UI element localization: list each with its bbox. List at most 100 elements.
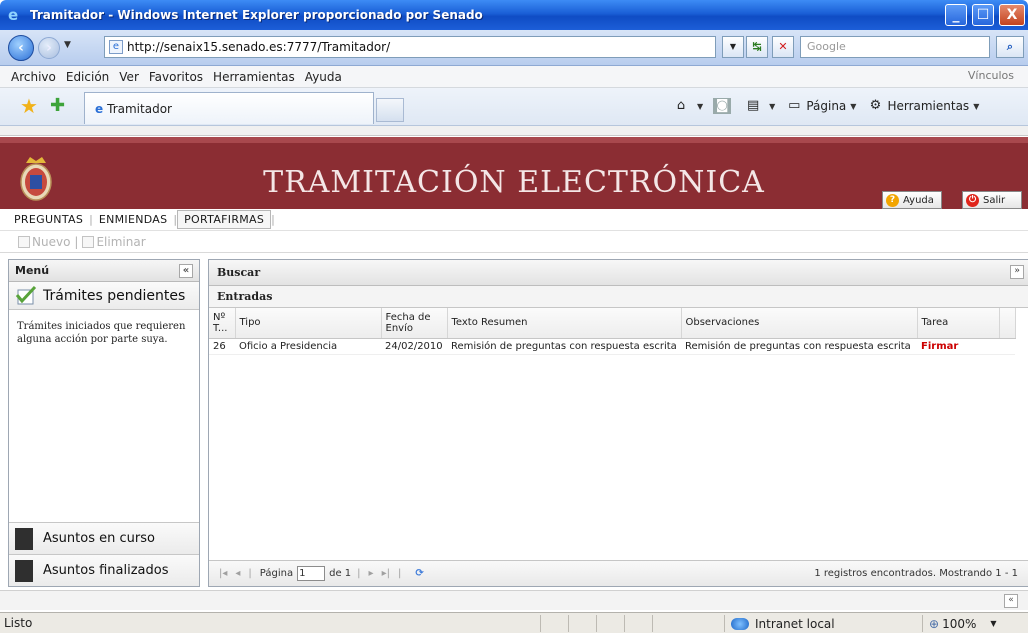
entries-grid: Nº T... Tipo Fecha de Envío Texto Resume… — [209, 308, 1028, 540]
home-button[interactable]: ⌂ ▼ — [672, 98, 703, 114]
tab-enmiendas[interactable]: ENMIENDAS — [93, 211, 174, 228]
last-page-icon[interactable]: ▸| — [382, 568, 390, 579]
expand-search-button[interactable]: » — [1010, 265, 1024, 279]
col-header-fecha[interactable]: Fecha de Envío — [381, 308, 448, 339]
search-panel-title: Buscar — [217, 266, 261, 279]
closed-door-icon — [15, 559, 33, 582]
prev-page-icon[interactable]: ◂ — [235, 568, 240, 579]
zoom-level: 100% — [942, 616, 977, 631]
exit-button[interactable]: ⏻ Salir — [962, 191, 1022, 209]
exit-label: Salir — [983, 194, 1006, 206]
new-button[interactable]: Nuevo — [32, 235, 70, 249]
help-button[interactable]: ? Ayuda — [882, 191, 942, 209]
col-header-filler — [999, 308, 1016, 339]
maximize-icon: ☐ — [976, 7, 990, 23]
back-button[interactable]: ‹ — [8, 35, 34, 61]
rss-icon: ◙ — [713, 98, 732, 114]
table-row[interactable]: 26 Oficio a Presidencia 24/02/2010 Remis… — [209, 338, 1015, 355]
page-menu-button[interactable]: ▭ Página ▼ — [785, 98, 856, 114]
sidebar-header: Menú « — [9, 260, 199, 282]
search-input[interactable]: Google — [800, 36, 990, 58]
pager-separator: | — [397, 568, 402, 579]
address-dropdown-button[interactable]: ▼ — [722, 36, 744, 58]
first-page-icon[interactable]: |◂ — [219, 568, 227, 579]
tools-menu-label: Herramientas — [887, 99, 970, 113]
page-input[interactable]: 1 — [297, 566, 326, 581]
bottom-panel-strip: « — [0, 590, 1028, 610]
menu-archivo[interactable]: Archivo — [6, 70, 61, 84]
tab-portafirmas[interactable]: PORTAFIRMAS — [177, 210, 272, 229]
col-header-num[interactable]: Nº T... — [209, 308, 236, 339]
sidebar-menu: Menú « Trámites pendientes Trámites inic… — [8, 259, 200, 587]
page-menu-label: Página — [806, 99, 847, 113]
collapse-sidebar-button[interactable]: « — [179, 263, 193, 278]
sidebar-title: Menú — [15, 264, 50, 277]
sidebar-item-label: Asuntos en curso — [43, 531, 155, 546]
menu-favoritos[interactable]: Favoritos — [144, 70, 208, 84]
forward-button[interactable]: › — [38, 37, 60, 59]
menu-edicion[interactable]: Edición — [61, 70, 114, 84]
col-header-resumen[interactable]: Texto Resumen — [447, 308, 682, 339]
col-header-tarea[interactable]: Tarea — [917, 308, 1000, 339]
zoom-control[interactable]: ⊕ 100% ▼ — [922, 615, 1022, 632]
favorites-star-icon[interactable]: ★ — [20, 96, 38, 116]
cell-tipo: Oficio a Presidencia — [235, 338, 381, 355]
sidebar-item-label: Asuntos finalizados — [43, 563, 169, 578]
print-button[interactable]: ▤ ▼ — [744, 98, 775, 114]
cell-resumen: Remisión de preguntas con respuesta escr… — [447, 338, 681, 355]
page-icon: e — [109, 40, 123, 54]
refresh-button[interactable]: ↹ — [746, 36, 768, 58]
security-zone[interactable]: Intranet local — [724, 615, 914, 632]
magnifier-icon: ⊕ — [929, 616, 940, 631]
links-toolbar[interactable]: Vínculos — [968, 69, 1014, 82]
gear-icon: ⚙ — [869, 98, 882, 113]
minimize-icon: _ — [952, 7, 960, 23]
history-dropdown-icon[interactable]: ▼ — [64, 40, 71, 50]
menu-ver[interactable]: Ver — [114, 70, 144, 84]
maximize-button[interactable]: ☐ — [972, 4, 994, 26]
close-button[interactable]: X — [999, 4, 1025, 26]
search-panel-header[interactable]: Buscar » — [209, 260, 1028, 286]
tab-bar: ★ ✚ e Tramitador ⌂ ▼ ◙ ▤ ▼ ▭ Página ▼ ⚙ Herra… — [0, 88, 1028, 126]
intranet-globe-icon — [731, 617, 749, 630]
menu-herramientas[interactable]: Herramientas — [208, 70, 300, 84]
address-field[interactable]: e http://senaix15.senado.es:7777/Tramita… — [104, 36, 716, 58]
pager-separator: | — [248, 568, 252, 579]
sign-task-link[interactable]: Firmar — [917, 338, 999, 355]
col-header-observaciones[interactable]: Observaciones — [681, 308, 918, 339]
next-page-icon[interactable]: ▸ — [369, 568, 374, 579]
stop-button[interactable]: ✕ — [772, 36, 794, 58]
address-toolbar: ‹ › ▼ e http://senaix15.senado.es:7777/T… — [0, 30, 1028, 66]
search-button[interactable]: ⌕ — [996, 36, 1024, 58]
cell-num: 26 — [209, 338, 235, 355]
cell-fecha: 24/02/2010 — [381, 338, 447, 355]
main-panel: Buscar » Entradas Nº T... Tipo Fecha de … — [208, 259, 1028, 587]
sidebar-item-pending[interactable]: Trámites pendientes — [9, 282, 199, 310]
menu-ayuda[interactable]: Ayuda — [300, 70, 347, 84]
menu-bar: Archivo Edición Ver Favoritos Herramient… — [0, 66, 1028, 88]
zoom-dropdown-icon: ▼ — [990, 619, 997, 628]
status-bar: Listo Intranet local ⊕ 100% ▼ — [0, 612, 1028, 633]
minimize-button[interactable]: _ — [945, 4, 967, 26]
records-status: 1 registros encontrados. Mostrando 1 - 1 — [814, 568, 1018, 579]
sidebar-item-in-progress[interactable]: Asuntos en curso — [9, 522, 199, 554]
delete-button[interactable]: Eliminar — [96, 235, 145, 249]
checklist-icon — [15, 285, 37, 304]
pagination-bar: |◂ ◂ | Página 1 de 1 | ▸ ▸| | ⟳ 1 regist… — [209, 560, 1028, 586]
delete-doc-icon — [82, 235, 95, 248]
cell-observaciones: Remisión de preguntas con respuesta escr… — [681, 338, 917, 355]
sidebar-item-finished[interactable]: Asuntos finalizados — [9, 554, 199, 586]
printer-icon: ▤ — [747, 98, 760, 113]
entries-table: Nº T... Tipo Fecha de Envío Texto Resume… — [209, 308, 1016, 355]
tools-menu-button[interactable]: ⚙ Herramientas ▼ — [866, 98, 980, 114]
new-tab-button[interactable] — [376, 98, 404, 122]
feeds-button[interactable]: ◙ — [713, 98, 734, 114]
app-title: TRAMITACIÓN ELECTRÓNICA — [263, 165, 765, 200]
tab-preguntas[interactable]: PREGUNTAS — [8, 211, 89, 228]
add-favorite-icon[interactable]: ✚ — [50, 97, 65, 115]
close-icon: X — [1006, 7, 1018, 23]
refresh-grid-icon[interactable]: ⟳ — [415, 568, 423, 579]
col-header-tipo[interactable]: Tipo — [235, 308, 382, 339]
expand-bottom-button[interactable]: « — [1004, 594, 1018, 608]
tab-tramitador[interactable]: e Tramitador — [84, 92, 374, 124]
